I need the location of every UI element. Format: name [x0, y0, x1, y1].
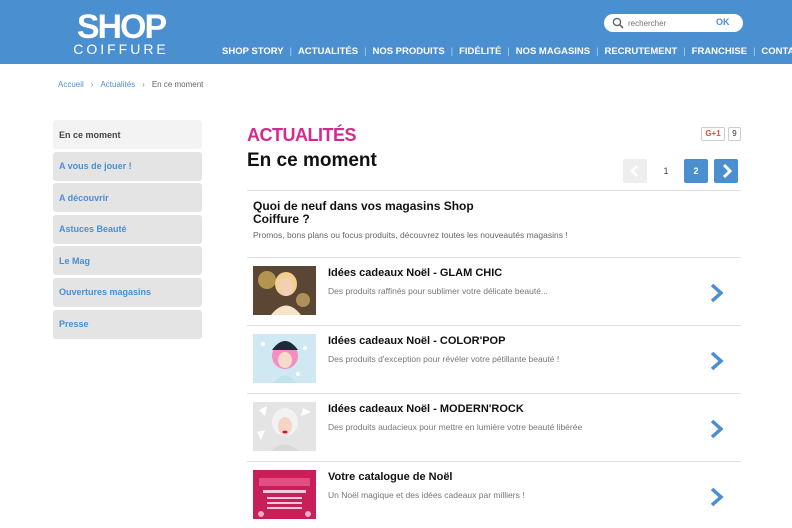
- article-title[interactable]: Idées cadeaux Noël - GLAM CHIC: [328, 267, 502, 279]
- article-item[interactable]: Idées cadeaux Noël - GLAM CHIC Des produ…: [247, 259, 741, 326]
- nav-separator: |: [753, 46, 756, 56]
- nav-franchise[interactable]: FRANCHISE: [692, 46, 747, 57]
- sidebar: En ce moment A vous de jouer ! A découvr…: [53, 120, 202, 341]
- divider: [247, 325, 741, 326]
- article-thumbnail[interactable]: [253, 470, 316, 519]
- logo-text-shop: SHOP: [76, 8, 167, 46]
- article-description: Un Noël magique et des idées cadeaux par…: [328, 490, 525, 500]
- article-item[interactable]: Idées cadeaux Noël - MODERN'ROCK Des pro…: [247, 395, 741, 462]
- sidebar-item-en-ce-moment[interactable]: En ce moment: [53, 120, 202, 149]
- nav-separator: |: [683, 46, 686, 56]
- divider: [247, 461, 741, 462]
- nav-separator: |: [507, 46, 510, 56]
- nav-separator: |: [596, 46, 599, 56]
- pagination-page-1[interactable]: 1: [654, 159, 678, 183]
- search-input[interactable]: [628, 15, 708, 31]
- breadcrumb-separator: ›: [90, 80, 94, 89]
- nav-nos-produits[interactable]: NOS PRODUITS: [372, 46, 444, 57]
- pagination-page-2[interactable]: 2: [684, 159, 708, 183]
- sidebar-item-presse[interactable]: Presse: [53, 309, 202, 339]
- chevron-left-icon: [630, 165, 638, 177]
- sidebar-item-ouvertures-magasins[interactable]: Ouvertures magasins: [53, 277, 202, 307]
- article-title[interactable]: Idées cadeaux Noël - COLOR'POP: [328, 335, 505, 347]
- article-thumbnail[interactable]: [253, 334, 316, 383]
- intro-title: Quoi de neuf dans vos magasins Shop Coif…: [253, 199, 474, 226]
- pagination-next-button[interactable]: [714, 159, 738, 183]
- divider: [247, 190, 741, 191]
- chevron-right-icon[interactable]: [709, 282, 725, 304]
- chevron-right-icon[interactable]: [709, 350, 725, 372]
- google-plus-button[interactable]: G+1: [701, 127, 725, 141]
- chevron-right-icon: [722, 163, 733, 179]
- breadcrumb: Accueil › Actualités › En ce moment: [58, 80, 203, 89]
- shop-coiffure-logo[interactable]: SHOP COIFFURE: [72, 10, 170, 56]
- chevron-right-icon[interactable]: [709, 418, 725, 440]
- sidebar-item-a-vous-de-jouer[interactable]: A vous de jouer !: [53, 151, 202, 181]
- article-description: Des produits d'exception pour révéler vo…: [328, 354, 560, 364]
- article-description: Des produits audacieux pour mettre en lu…: [328, 422, 583, 432]
- article-thumbnail[interactable]: [253, 402, 316, 451]
- article-title[interactable]: Votre catalogue de Noël: [328, 471, 453, 483]
- search-icon: [612, 17, 624, 29]
- article-item[interactable]: Idées cadeaux Noël - COLOR'POP Des produ…: [247, 327, 741, 394]
- chevron-right-icon[interactable]: [709, 486, 725, 508]
- article-item[interactable]: Votre catalogue de Noël Un Noël magique …: [247, 463, 741, 528]
- site-header: SHOP COIFFURE OK SHOP STORY | ACTUALITÉS…: [0, 0, 792, 64]
- breadcrumb-accueil[interactable]: Accueil: [58, 80, 84, 89]
- search-submit-button[interactable]: OK: [716, 17, 730, 27]
- sidebar-item-astuces-beaute[interactable]: Astuces Beauté: [53, 214, 202, 244]
- google-plus-count: 9: [728, 127, 741, 141]
- nav-recrutement[interactable]: RECRUTEMENT: [604, 46, 677, 57]
- search-box: OK: [604, 14, 743, 32]
- breadcrumb-separator: ›: [142, 80, 145, 89]
- article-thumbnail[interactable]: [253, 266, 316, 315]
- breadcrumb-current: En ce moment: [151, 80, 204, 89]
- breadcrumb-actualites[interactable]: Actualités: [100, 80, 135, 89]
- nav-separator: |: [289, 46, 292, 56]
- intro-description: Promos, bons plans ou focus produits, dé…: [253, 230, 568, 240]
- nav-shop-story[interactable]: SHOP STORY: [222, 46, 284, 57]
- nav-contact[interactable]: CONTACT: [761, 46, 792, 57]
- logo-text-coiffure: COIFFURE: [73, 41, 169, 57]
- divider: [247, 257, 741, 258]
- nav-nos-magasins[interactable]: NOS MAGASINS: [516, 46, 590, 57]
- page-title: En ce moment: [247, 150, 377, 171]
- article-title[interactable]: Idées cadeaux Noël - MODERN'ROCK: [328, 403, 524, 415]
- article-description: Des produits raffinés pour sublimer votr…: [328, 286, 549, 296]
- section-label: ACTUALITÉS: [247, 125, 357, 145]
- pagination-prev-button[interactable]: [623, 159, 647, 183]
- sidebar-item-le-mag[interactable]: Le Mag: [53, 246, 202, 276]
- nav-separator: |: [364, 46, 367, 56]
- nav-actualites[interactable]: ACTUALITÉS: [298, 46, 358, 57]
- main-nav: SHOP STORY | ACTUALITÉS | NOS PRODUITS |…: [222, 45, 792, 57]
- sidebar-item-a-decouvrir[interactable]: A découvrir: [53, 183, 202, 213]
- divider: [247, 393, 741, 394]
- nav-separator: |: [450, 46, 454, 56]
- nav-fidelite[interactable]: FIDÉLITÉ: [459, 46, 501, 57]
